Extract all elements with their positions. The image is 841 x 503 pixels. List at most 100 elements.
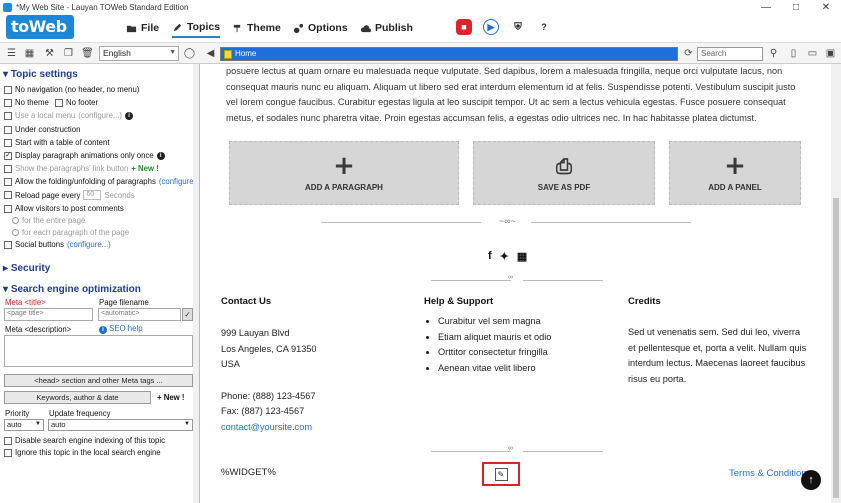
divider-line xyxy=(523,280,603,281)
page-title-input[interactable]: <page title> xyxy=(4,308,93,321)
list-view-icon[interactable]: ☰ xyxy=(4,46,19,61)
shield-icon[interactable]: ⛨ xyxy=(510,19,526,35)
trash-icon[interactable]: 🗑 xyxy=(80,46,95,61)
contact-email-link[interactable]: contact@yoursite.com xyxy=(221,420,411,436)
confirm-filename-button[interactable]: ✓ xyxy=(182,308,193,321)
page-filename-label: Page filename xyxy=(99,298,149,307)
pen-icon xyxy=(173,23,182,31)
window-title: *My Web Site - Lauyan TOWeb Standard Edi… xyxy=(16,2,189,12)
opt-animations-once[interactable]: ✓ Display paragraph animations only once … xyxy=(4,151,165,160)
back-icon[interactable]: ◀ xyxy=(203,46,218,61)
menu-file[interactable]: File xyxy=(126,18,159,38)
divider-line xyxy=(523,451,603,452)
minimize-button[interactable]: — xyxy=(751,2,781,13)
chevron-down-icon: ▼ xyxy=(35,421,41,427)
update-frequency-select[interactable]: auto ▼ xyxy=(48,419,193,431)
reload-seconds-input[interactable]: 60 xyxy=(83,190,102,200)
seo-help-link[interactable]: i SEO help xyxy=(99,324,143,334)
priority-label: Priority xyxy=(5,409,30,418)
opt-table-of-content[interactable]: Start with a table of content xyxy=(4,138,109,147)
play-preview-icon[interactable]: ▶ xyxy=(483,19,499,35)
opt-no-navigation[interactable]: No navigation (no header, no menu) xyxy=(4,85,139,94)
opt-ignore-local-search[interactable]: Ignore this topic in the local search en… xyxy=(4,448,161,457)
refresh-icon[interactable]: ⟳ xyxy=(681,46,696,61)
desktop-view-icon[interactable]: ▣ xyxy=(823,46,838,61)
facebook-icon[interactable]: f xyxy=(488,250,492,263)
menu-options[interactable]: Options xyxy=(293,18,348,38)
toweb-logo: toWeb xyxy=(6,15,74,39)
stop-icon[interactable]: ■ xyxy=(456,19,472,35)
menu-publish[interactable]: Publish xyxy=(360,18,413,38)
address-bar[interactable]: Home xyxy=(220,47,678,61)
windows-icon[interactable]: ▦ xyxy=(517,250,527,263)
folder-icon xyxy=(126,25,137,32)
topic-settings-title[interactable]: ▾ Topic settings xyxy=(3,69,78,80)
info-icon[interactable]: i xyxy=(156,151,165,160)
opt-social-buttons[interactable]: Social buttons (configure...) xyxy=(4,240,111,249)
help-list: Curabitur vel sem magna Etiam aliquet ma… xyxy=(424,314,614,376)
contact-block: 999 Lauyan Blvd Los Angeles, CA 91350 US… xyxy=(221,326,411,435)
opt-link-button[interactable]: Show the paragraphs' link button + New ! xyxy=(4,164,159,173)
chevron-down-icon: ▼ xyxy=(169,49,176,56)
document-icon xyxy=(224,50,232,59)
opt-reload-page[interactable]: Reload page every 60 Seconds xyxy=(4,190,135,200)
main-menu-bar: toWeb File Topics Theme Options Publish … xyxy=(0,14,841,40)
page-preview: posuere lectus at quam ornare eu malesua… xyxy=(201,64,831,503)
left-panel-scrollbar[interactable] xyxy=(193,64,199,503)
social-icons: f ✦ ▦ xyxy=(488,250,527,263)
scrollbar-thumb[interactable] xyxy=(833,198,839,498)
content-scrollbar[interactable] xyxy=(831,64,841,503)
opt-allow-comments[interactable]: Allow visitors to post comments xyxy=(4,204,124,213)
add-paragraph-button[interactable]: + ADD A PARAGRAPH xyxy=(229,141,459,205)
opt-under-construction[interactable]: Under construction xyxy=(4,125,80,134)
printer-icon: ⎙ xyxy=(556,153,572,178)
radio-each-paragraph[interactable]: for each paragraph of the page xyxy=(12,228,129,237)
search-icon[interactable]: ⚲ xyxy=(766,46,781,61)
menu-theme[interactable]: Theme xyxy=(232,18,281,38)
security-title[interactable]: ▸ Security xyxy=(3,263,50,274)
mobile-view-icon[interactable]: ▯ xyxy=(786,46,801,61)
save-as-pdf-button[interactable]: ⎙ SAVE AS PDF xyxy=(473,141,655,205)
list-item: Aenean vitae velit libero xyxy=(438,361,614,377)
new-badge: + New ! xyxy=(157,393,185,402)
menu-topics[interactable]: Topics xyxy=(172,18,221,38)
head-section-button[interactable]: <head> section and other Meta tags ... xyxy=(4,374,193,387)
opt-local-menu[interactable]: Use a local menu (configure...) i xyxy=(4,111,134,120)
divider-line xyxy=(431,280,511,281)
info-icon[interactable]: i xyxy=(125,111,134,120)
close-window-button[interactable]: ✕ xyxy=(811,2,841,13)
edit-footer-button[interactable]: ✎ xyxy=(482,462,520,486)
gears-icon xyxy=(293,23,304,33)
tablet-view-icon[interactable]: ▭ xyxy=(805,46,820,61)
seo-title[interactable]: ▾ Search engine optimization xyxy=(3,284,141,295)
opt-disable-indexing[interactable]: Disable search engine indexing of this t… xyxy=(4,436,165,445)
title-bar: *My Web Site - Lauyan TOWeb Standard Edi… xyxy=(0,0,841,14)
meta-title-label: Meta <title> xyxy=(5,298,46,307)
meta-description-input[interactable] xyxy=(4,335,193,367)
help-title: Help & Support xyxy=(424,296,494,307)
opt-no-theme[interactable]: No theme xyxy=(4,98,49,107)
priority-select[interactable]: auto ▼ xyxy=(4,419,44,431)
terms-link[interactable]: Terms & Conditions xyxy=(729,468,811,479)
page-icon[interactable]: ▦ xyxy=(22,46,37,61)
app-icon xyxy=(3,2,12,12)
wrench-icon[interactable]: ⚒ xyxy=(42,46,57,61)
radio-entire-page[interactable]: for the entire page xyxy=(12,216,85,225)
opt-no-footer[interactable]: No footer xyxy=(55,98,98,107)
language-select[interactable]: English ▼ xyxy=(99,46,179,61)
keywords-author-date-button[interactable]: Keywords, author & date xyxy=(4,391,151,404)
opt-folding[interactable]: Allow the folding/unfolding of paragraph… xyxy=(4,177,199,186)
pencil-icon: ✎ xyxy=(494,467,508,481)
maximize-button[interactable]: □ xyxy=(781,2,811,13)
scroll-to-top-icon[interactable]: ↑ xyxy=(801,470,821,490)
ornament-icon: ~∞~ xyxy=(499,216,516,226)
copy-icon[interactable]: ❐ xyxy=(61,46,76,61)
paragraph-text: posuere lectus at quam ornare eu malesua… xyxy=(226,66,796,123)
search-input[interactable]: Search xyxy=(697,47,763,61)
globe-icon[interactable]: ◯ xyxy=(182,46,197,61)
add-panel-button[interactable]: + ADD A PANEL xyxy=(669,141,801,205)
help-icon[interactable]: ? xyxy=(536,19,552,35)
page-filename-input[interactable]: <automatic> xyxy=(98,308,181,321)
twitter-icon[interactable]: ✦ xyxy=(500,250,509,263)
list-item: Curabitur vel sem magna xyxy=(438,314,614,330)
